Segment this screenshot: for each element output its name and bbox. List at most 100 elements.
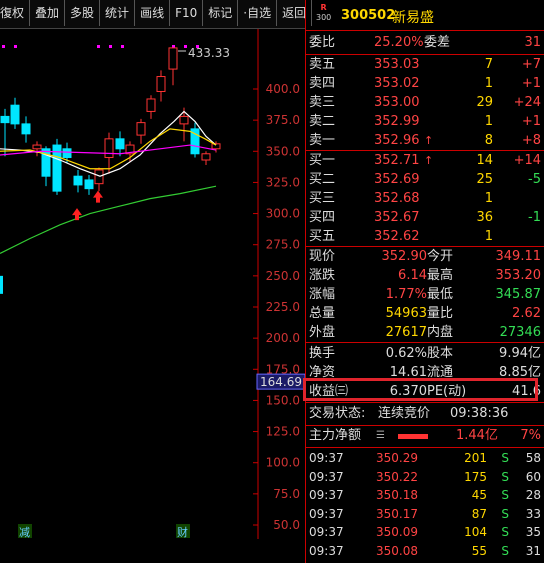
kline-chart[interactable]: 400.0 375.0 350.0 325.0 300.0 275.0 250.0 225.0…: [0, 29, 306, 539]
toolbar-button[interactable]: 多股: [65, 0, 101, 26]
level-label: 卖五: [309, 57, 336, 72]
level-change: +14: [513, 153, 541, 168]
weibi-label: 委比: [309, 35, 336, 50]
tick-price: 350.17: [376, 506, 418, 521]
sell-level[interactable]: 卖三 353.00 29 +24: [306, 94, 544, 112]
quote-label: 最高: [427, 268, 454, 283]
tick-side: S: [501, 525, 509, 539]
toolbar-button[interactable]: 画线: [135, 0, 171, 26]
level-volume: 14: [476, 153, 493, 168]
quote-value: 345.87: [495, 287, 542, 302]
marker-dot: [14, 45, 17, 48]
buy-level[interactable]: 买一 352.71 ↑ 14 +14: [306, 152, 544, 170]
fund-row: 换手 0.62% 股本 9.94亿: [306, 345, 544, 363]
quote-label: 量比: [427, 306, 454, 321]
tick-price: 350.29: [376, 451, 418, 465]
candle-body: [21, 123, 31, 135]
tick-row[interactable]: 09:37 350.18 45 S 28: [306, 486, 544, 504]
fund-label: 股本: [427, 346, 454, 361]
sell-level[interactable]: 卖五 353.03 7 +7: [306, 56, 544, 74]
level-change: +24: [513, 95, 541, 110]
sell-level[interactable]: 卖二 352.99 1 +1: [306, 113, 544, 131]
quote-value: 54963: [385, 306, 427, 321]
sell-level[interactable]: 卖一 352.96 ↑ 8 +8: [306, 132, 544, 150]
level-change: -5: [528, 172, 541, 187]
badge-num: 300: [316, 13, 332, 22]
ma-green-line: [0, 185, 217, 254]
trade-status-time: 09:38:36: [450, 406, 509, 421]
level-change: -1: [528, 210, 541, 225]
marker-dot: [121, 45, 124, 48]
quote-value: 1.77%: [385, 287, 427, 302]
quote-row: 总量 54963 量比 2.62: [306, 305, 544, 323]
toolbar-button[interactable]: F10: [170, 0, 204, 26]
menu-icon[interactable]: ☰: [376, 427, 385, 445]
quote-row: 涨幅 1.77% 最低 345.87: [306, 286, 544, 304]
buy-level[interactable]: 买三 352.68 1: [306, 190, 544, 208]
quote-value: 2.62: [512, 306, 541, 321]
y-tick-label: 50.0: [273, 518, 300, 532]
toolbar-button[interactable]: ·自选: [238, 0, 278, 26]
tick-volume: 201: [464, 451, 487, 465]
tick-side: S: [501, 488, 509, 502]
tick-row[interactable]: 09:37 350.17 87 S 33: [306, 505, 544, 523]
tick-row[interactable]: 09:37 350.29 201 S 58: [306, 449, 544, 467]
toolbar-button[interactable]: 復权: [0, 0, 31, 26]
level-label: 买四: [309, 210, 336, 225]
quote-row: 现价 352.90 今开 349.11: [306, 248, 544, 266]
event-label: 减: [19, 526, 30, 539]
tick-time: 09:37: [309, 451, 344, 465]
level-volume: 8: [484, 133, 493, 148]
candle-body: [10, 104, 20, 125]
buy-level[interactable]: 买二 352.69 25 -5: [306, 171, 544, 189]
quote-row: 外盘 27617 内盘 27346: [306, 324, 544, 342]
tick-side: S: [501, 469, 509, 484]
toolbar: 復权 叠加 多股 统计 画线 F10 标记 ·自选 返回: [0, 0, 313, 29]
tick-time: 09:37: [309, 543, 344, 558]
level-volume: 1: [484, 229, 493, 244]
level-volume: 1: [484, 114, 493, 129]
tick-side: S: [501, 506, 509, 521]
candle-body: [0, 275, 3, 294]
mainflow-value: 1.44亿: [456, 428, 498, 443]
y-tick-label: 100.0: [266, 456, 300, 470]
y-tick-label: 350.0: [266, 144, 300, 158]
level-change: +7: [521, 57, 541, 72]
stock-header: R 300 300502 新易盛: [306, 0, 544, 31]
trade-status-label: 交易状态:: [309, 406, 366, 421]
candle-body: [0, 115, 10, 124]
tick-count: 28: [525, 488, 541, 502]
level-price: 352.68: [374, 191, 420, 206]
quote-value: 27346: [499, 325, 541, 340]
y-tick-label: 375.0: [266, 113, 300, 127]
quote-value: 27617: [385, 325, 427, 340]
quote-label: 涨幅: [309, 287, 336, 302]
level-price: 353.03: [374, 57, 420, 72]
toolbar-button[interactable]: 统计: [100, 0, 136, 26]
price-tag-label: 164.69: [260, 375, 302, 389]
y-tick-label: 200.0: [266, 331, 300, 345]
mainflow-pct: 7%: [520, 428, 541, 443]
up-arrow-icon: ↑: [424, 134, 434, 147]
stock-name[interactable]: 新易盛: [392, 7, 434, 27]
sell-level[interactable]: 卖四 353.02 1 +1: [306, 75, 544, 93]
level-volume: 1: [484, 76, 493, 91]
mainflow-row: 主力净额 ☰ 1.44亿 7%: [306, 427, 544, 445]
level-price: 352.99: [374, 114, 420, 129]
buy-signal-arrow-icon: [72, 208, 82, 221]
max-price-label: 433.33: [188, 46, 230, 60]
y-tick-label: 75.0: [273, 487, 300, 501]
tick-row[interactable]: 09:37 350.08 55 S 31: [306, 542, 544, 560]
buy-level[interactable]: 买四 352.67 36 -1: [306, 209, 544, 227]
toolbar-button[interactable]: 叠加: [30, 0, 66, 26]
tick-row[interactable]: 09:37 350.22 175 S 60: [306, 468, 544, 486]
tick-row[interactable]: 09:37 350.09 104 S 35: [306, 523, 544, 541]
candle-body: [104, 138, 114, 159]
tick-price: 350.18: [376, 488, 418, 502]
tick-count: 33: [525, 506, 541, 521]
level-price: 352.71: [374, 153, 420, 168]
buy-level[interactable]: 买五 352.62 1: [306, 228, 544, 246]
quote-value: 353.20: [495, 268, 542, 283]
toolbar-button[interactable]: 标记: [203, 0, 239, 26]
weicha-label: 委差: [424, 35, 451, 50]
